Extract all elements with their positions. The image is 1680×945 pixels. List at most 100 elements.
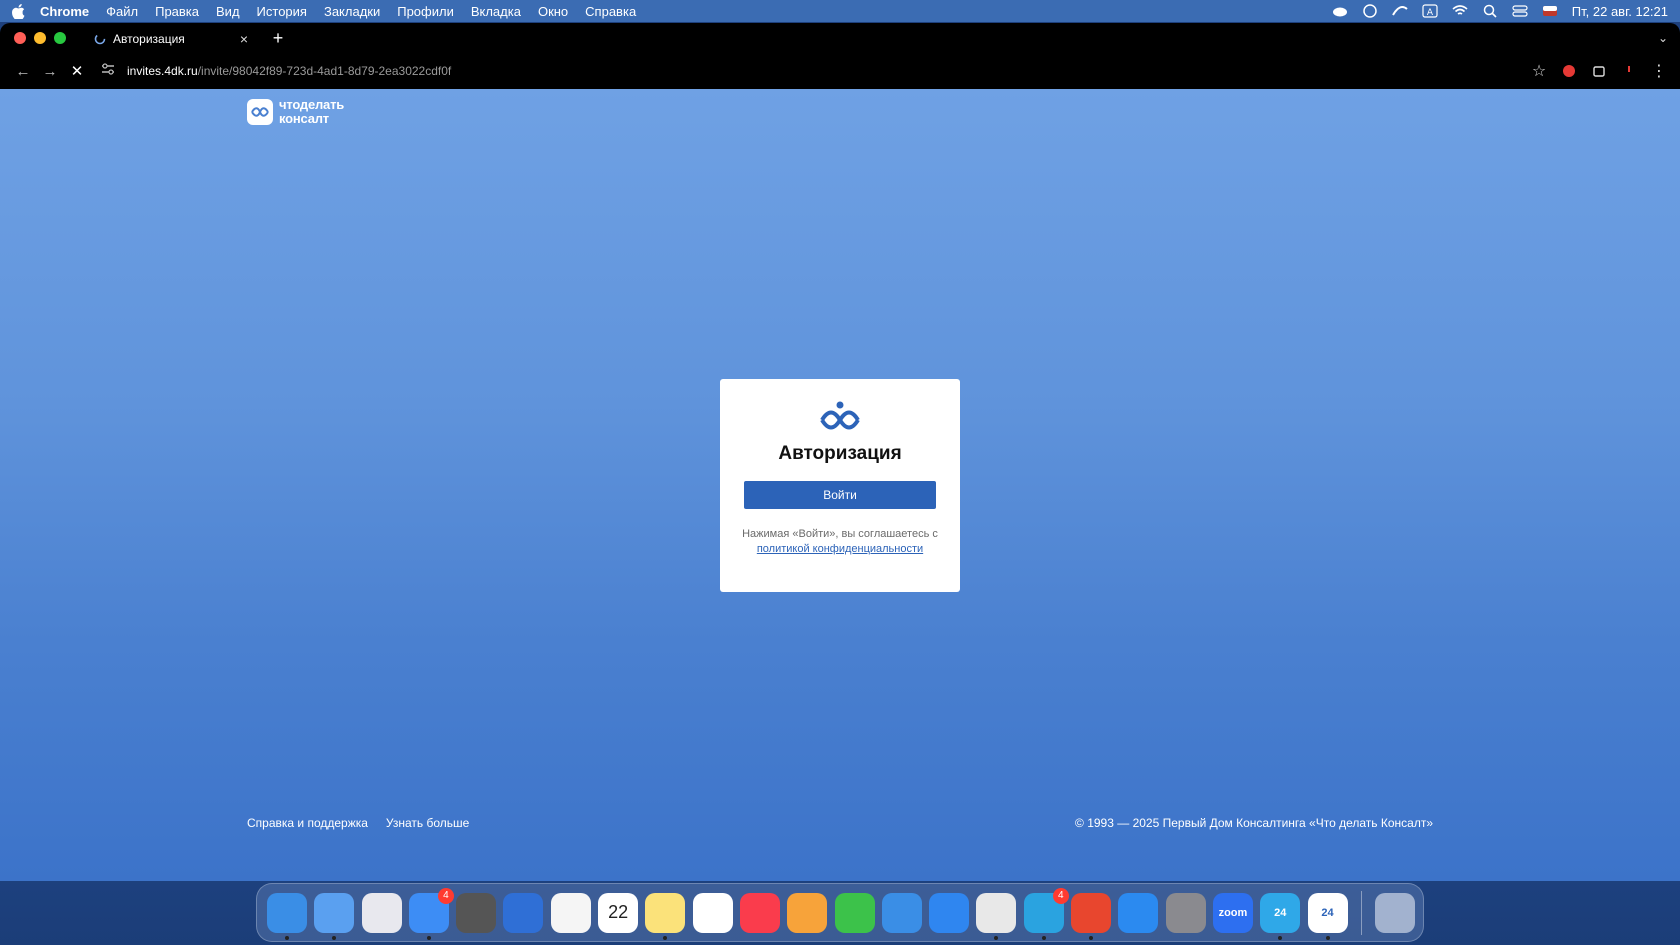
dock-app-label: 24 xyxy=(1274,906,1287,919)
dock-system-settings-icon[interactable] xyxy=(1165,892,1206,933)
privacy-policy-link[interactable]: политикой конфиденциальности xyxy=(720,542,960,557)
profile-avatar-icon[interactable] xyxy=(1620,62,1638,80)
svg-text:A: A xyxy=(1427,8,1434,18)
dock-pages-icon[interactable] xyxy=(787,892,828,933)
consent-notice: Нажимая «Войти», вы соглашаетесь с полит… xyxy=(720,527,960,557)
stop-loading-icon[interactable]: ✕ xyxy=(64,58,90,84)
notification-badge: 4 xyxy=(1052,887,1069,904)
menu-help[interactable]: Справка xyxy=(585,4,636,19)
dock-app-label: 24 xyxy=(1321,906,1334,919)
brand-line-1: чтоделать xyxy=(279,97,345,112)
url-text[interactable]: invites.4dk.ru/invite/98042f89-723d-4ad1… xyxy=(127,64,451,78)
minimize-window-button[interactable] xyxy=(34,32,46,44)
apple-icon[interactable] xyxy=(12,3,26,19)
dock-finder-icon[interactable] xyxy=(267,892,307,940)
user-flag-icon[interactable] xyxy=(1542,4,1558,18)
spotlight-search-icon[interactable] xyxy=(1482,4,1498,18)
dock-notes-icon[interactable] xyxy=(645,892,686,940)
dock-chrome-icon[interactable] xyxy=(976,892,1017,940)
wifi-icon[interactable] xyxy=(1452,4,1468,18)
auth-title: Авторизация xyxy=(778,443,902,464)
running-indicator xyxy=(426,935,431,940)
running-indicator xyxy=(1089,935,1094,940)
bookmark-star-icon[interactable]: ☆ xyxy=(1530,62,1548,80)
support-link[interactable]: Справка и поддержка xyxy=(247,816,368,830)
close-window-button[interactable] xyxy=(14,32,26,44)
tab-search-chevron-icon[interactable]: ⌄ xyxy=(1658,31,1668,45)
menu-window[interactable]: Окно xyxy=(538,4,568,19)
running-indicator xyxy=(1041,935,1046,940)
menu-edit[interactable]: Правка xyxy=(155,4,199,19)
address-bar[interactable]: invites.4dk.ru/invite/98042f89-723d-4ad1… xyxy=(101,57,1530,85)
site-settings-icon[interactable] xyxy=(101,62,117,80)
auth-card: Авторизация Войти Нажимая «Войти», вы со… xyxy=(720,379,960,592)
brand-logo[interactable]: чтоделать консалт xyxy=(247,98,344,126)
menu-app-name[interactable]: Chrome xyxy=(40,4,89,19)
running-indicator xyxy=(285,935,289,940)
fullscreen-window-button[interactable] xyxy=(54,32,66,44)
url-host: invites.4dk.ru xyxy=(127,64,198,78)
consent-text: Нажимая «Войти», вы соглашаетесь с xyxy=(742,528,938,540)
window-controls xyxy=(14,32,66,44)
dock-music-icon[interactable] xyxy=(739,892,780,933)
dock-numbers-icon[interactable] xyxy=(834,892,875,933)
menu-profiles[interactable]: Профили xyxy=(397,4,454,19)
dock-launchpad-icon[interactable] xyxy=(361,892,402,933)
dock: 4 22 4 zoom 24 24 xyxy=(256,883,1424,942)
notification-badge: 4 xyxy=(437,887,454,904)
new-tab-icon[interactable]: + xyxy=(270,28,286,49)
dock-photos-icon[interactable] xyxy=(550,892,591,933)
menu-tab[interactable]: Вкладка xyxy=(471,4,521,19)
brand-mark-icon xyxy=(247,99,273,125)
running-indicator xyxy=(1325,935,1330,940)
input-source-icon[interactable]: A xyxy=(1422,4,1438,18)
browser-toolbar: ← → ✕ invites.4dk.ru/invite/98042f89-723… xyxy=(0,53,1680,89)
menu-file[interactable]: Файл xyxy=(106,4,138,19)
dock-app-label: zoom xyxy=(1218,906,1248,919)
more-menu-icon[interactable]: ⋮ xyxy=(1650,62,1668,80)
dock-bitrix24-blue-icon[interactable]: 24 xyxy=(1260,892,1301,940)
dock-keynote-icon[interactable] xyxy=(881,892,922,933)
freeform-status-icon[interactable] xyxy=(1391,4,1408,18)
extensions-puzzle-icon[interactable] xyxy=(1590,62,1608,80)
dock-app-label: 22 xyxy=(608,902,629,922)
dock-calculator-icon[interactable] xyxy=(456,892,497,933)
menu-bar: Chrome Файл Правка Вид История Закладки … xyxy=(0,0,1680,22)
menu-bookmarks[interactable]: Закладки xyxy=(324,4,380,19)
dock-mail-icon[interactable]: 4 xyxy=(408,887,454,940)
dock-trash-icon[interactable] xyxy=(1375,892,1416,933)
dock-separator xyxy=(1360,890,1362,935)
dock-app-store-icon[interactable] xyxy=(1118,892,1159,933)
company-emblem-icon xyxy=(720,400,960,434)
back-arrow-icon[interactable]: ← xyxy=(10,58,36,84)
learn-more-link[interactable]: Узнать больше xyxy=(386,816,469,830)
dock-safari-icon[interactable] xyxy=(929,892,970,933)
running-indicator xyxy=(663,935,668,940)
dock-anydesk-icon[interactable] xyxy=(1071,892,1112,940)
dock-zoom-icon[interactable]: zoom xyxy=(1212,892,1253,933)
forward-arrow-icon[interactable]: → xyxy=(37,58,63,84)
dock-telegram-icon[interactable]: 4 xyxy=(1023,887,1069,940)
footer-links: Справка и поддержка Узнать больше xyxy=(247,816,469,830)
cloud-sync-icon[interactable] xyxy=(1332,4,1348,18)
running-indicator xyxy=(994,935,999,940)
menu-view[interactable]: Вид xyxy=(216,4,240,19)
tab-close-icon[interactable]: × xyxy=(238,31,250,47)
brand-line-2: консалт xyxy=(279,111,329,126)
menubar-clock[interactable]: Пт, 22 авг. 12:21 xyxy=(1572,4,1668,19)
dock-calendar-icon[interactable]: 22 xyxy=(598,892,639,933)
browser-window: Авторизация × + ⌄ ← → ✕ invites.4dk.ru/i… xyxy=(0,23,1680,881)
tab-strip: Авторизация × + ⌄ xyxy=(0,23,1680,53)
login-button[interactable]: Войти xyxy=(744,481,936,509)
dock-freeform-app-icon[interactable] xyxy=(314,892,355,940)
tab-favicon-loading-icon xyxy=(94,33,106,45)
dock-iphone-mirroring-icon[interactable] xyxy=(503,892,544,933)
dock-bitrix24-white-icon[interactable]: 24 xyxy=(1307,892,1348,940)
extension-red-icon[interactable] xyxy=(1560,62,1578,80)
control-center-icon[interactable] xyxy=(1512,4,1528,18)
dock-freeform-icon[interactable] xyxy=(692,892,733,933)
tab-authorization[interactable]: Авторизация × xyxy=(88,25,256,53)
accessibility-icon[interactable] xyxy=(1362,4,1378,18)
copyright-text: © 1993 — 2025 Первый Дом Консалтинга «Чт… xyxy=(1075,816,1433,830)
menu-history[interactable]: История xyxy=(257,4,307,19)
